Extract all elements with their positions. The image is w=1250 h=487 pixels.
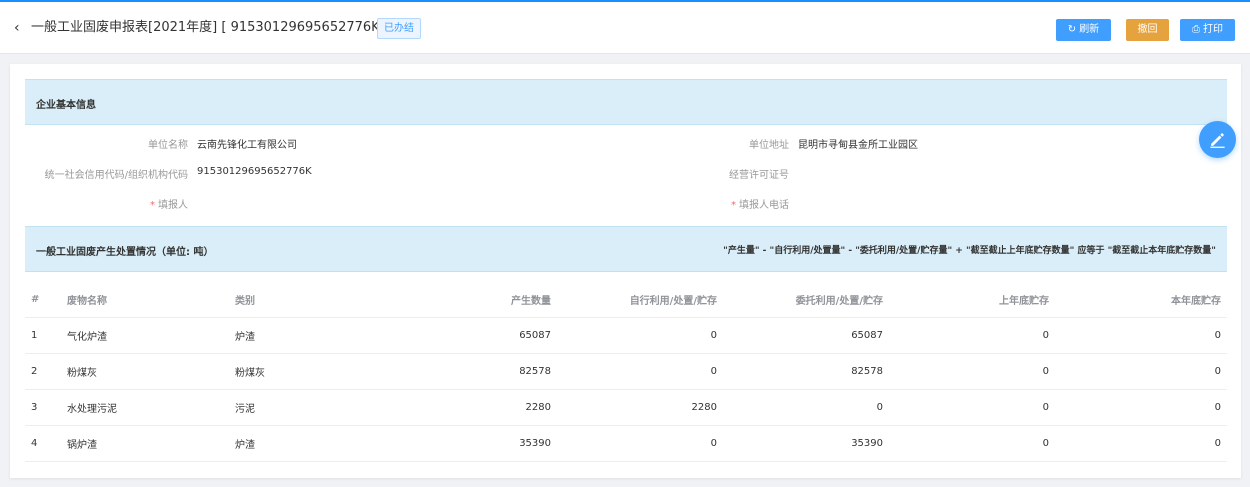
refresh-button-label: 刷新 xyxy=(1079,24,1100,35)
cell-waste-name: 粉煤灰 xyxy=(61,353,229,390)
credit-code-value: 91530129695652776K xyxy=(197,166,312,177)
cell-last-year-storage: 0 xyxy=(889,425,1055,462)
waste-section-header: 一般工业固废产生处置情况（单位: 吨） "产生量" - "自行利用/处置量" -… xyxy=(25,226,1227,272)
cell-index: 3 xyxy=(25,389,61,426)
section-title: 一般工业固废产生处置情况（单位: 吨） xyxy=(36,247,214,258)
required-mark: * xyxy=(731,200,736,211)
cell-generated: 82578 xyxy=(393,353,557,390)
column-header-generated: 产生数量 xyxy=(393,283,557,318)
unit-address-value: 昆明市寻甸县金所工业园区 xyxy=(798,140,918,151)
pencil-icon xyxy=(1210,133,1225,148)
cell-category: 炉渣 xyxy=(229,425,393,462)
cell-generated: 35390 xyxy=(393,425,557,462)
cell-this-year-storage: 0 xyxy=(1055,389,1227,426)
refresh-icon: ↻ xyxy=(1067,24,1077,35)
column-header-last-year-storage: 上年底贮存 xyxy=(889,283,1055,318)
cell-category: 粉煤灰 xyxy=(229,353,393,390)
waste-table: # 废物名称 类别 产生数量 自行利用/处置/贮存 委托利用/处置/贮存 上年底… xyxy=(25,283,1227,462)
cell-index: 1 xyxy=(25,317,61,354)
revoke-button-label: 撤回 xyxy=(1137,24,1158,35)
cell-entrusted-disposal: 0 xyxy=(723,389,889,426)
unit-address-label: 单位地址 xyxy=(749,140,789,151)
column-header-this-year-storage: 本年底贮存 xyxy=(1055,283,1227,318)
cell-self-disposal: 0 xyxy=(557,425,723,462)
column-header-index: # xyxy=(25,283,61,318)
cell-category: 炉渣 xyxy=(229,317,393,354)
revoke-button[interactable]: 撤回 xyxy=(1126,19,1169,41)
table-row: 3 水处理污泥 污泥 2280 2280 0 0 0 xyxy=(25,389,1227,426)
reporter-label-text: 填报人 xyxy=(158,200,188,211)
cell-waste-name: 气化炉渣 xyxy=(61,317,229,354)
chevron-left-icon[interactable]: ‹ xyxy=(14,20,20,36)
reporter-phone-label-text: 填报人电话 xyxy=(739,200,789,211)
unit-name-label: 单位名称 xyxy=(148,140,188,151)
basic-info-section-header: 企业基本信息 xyxy=(25,79,1227,125)
table-row: 1 气化炉渣 炉渣 65087 0 65087 0 0 xyxy=(25,317,1227,354)
cell-waste-name: 水处理污泥 xyxy=(61,389,229,426)
cell-entrusted-disposal: 35390 xyxy=(723,425,889,462)
cell-last-year-storage: 0 xyxy=(889,389,1055,426)
column-header-category: 类别 xyxy=(229,283,393,318)
cell-self-disposal: 2280 xyxy=(557,389,723,426)
cell-this-year-storage: 0 xyxy=(1055,425,1227,462)
balance-rule-note: "产生量" - "自行利用/处置量" - "委托利用/处置/贮存量" + "截至… xyxy=(723,246,1216,256)
column-header-entrusted-disposal: 委托利用/处置/贮存 xyxy=(723,283,889,318)
cell-waste-name: 锅炉渣 xyxy=(61,425,229,462)
refresh-button[interactable]: ↻ 刷新 xyxy=(1056,19,1111,41)
cell-entrusted-disposal: 82578 xyxy=(723,353,889,390)
cell-this-year-storage: 0 xyxy=(1055,317,1227,354)
column-header-self-disposal: 自行利用/处置/贮存 xyxy=(557,283,723,318)
license-label: 经营许可证号 xyxy=(729,170,789,181)
table-header-row: # 废物名称 类别 产生数量 自行利用/处置/贮存 委托利用/处置/贮存 上年底… xyxy=(25,283,1227,318)
cell-category: 污泥 xyxy=(229,389,393,426)
column-header-waste-name: 废物名称 xyxy=(61,283,229,318)
cell-generated: 65087 xyxy=(393,317,557,354)
cell-generated: 2280 xyxy=(393,389,557,426)
table-row: 2 粉煤灰 粉煤灰 82578 0 82578 0 0 xyxy=(25,353,1227,390)
unit-name-value: 云南先锋化工有限公司 xyxy=(197,140,297,151)
edit-fab-button[interactable] xyxy=(1199,121,1236,158)
cell-entrusted-disposal: 65087 xyxy=(723,317,889,354)
print-button-label: 打印 xyxy=(1203,24,1223,35)
page-title: 一般工业固废申报表[2021年度] [ 91530129695652776K20… xyxy=(31,20,422,35)
cell-index: 4 xyxy=(25,425,61,462)
status-badge: 已办结 xyxy=(377,18,421,39)
cell-index: 2 xyxy=(25,353,61,390)
reporter-phone-label: * 填报人电话 xyxy=(731,196,789,211)
cell-this-year-storage: 0 xyxy=(1055,353,1227,390)
page-header: ‹ 一般工业固废申报表[2021年度] [ 91530129695652776K… xyxy=(0,2,1250,54)
printer-icon: ⎙ xyxy=(1192,24,1200,35)
cell-self-disposal: 0 xyxy=(557,353,723,390)
credit-code-label: 统一社会信用代码/组织机构代码 xyxy=(44,170,188,181)
cell-last-year-storage: 0 xyxy=(889,353,1055,390)
required-mark: * xyxy=(150,200,155,211)
section-title: 企业基本信息 xyxy=(36,100,96,111)
table-row: 4 锅炉渣 炉渣 35390 0 35390 0 0 xyxy=(25,425,1227,462)
cell-self-disposal: 0 xyxy=(557,317,723,354)
print-button[interactable]: ⎙ 打印 xyxy=(1180,19,1235,41)
cell-last-year-storage: 0 xyxy=(889,317,1055,354)
reporter-label: * 填报人 xyxy=(150,196,188,211)
